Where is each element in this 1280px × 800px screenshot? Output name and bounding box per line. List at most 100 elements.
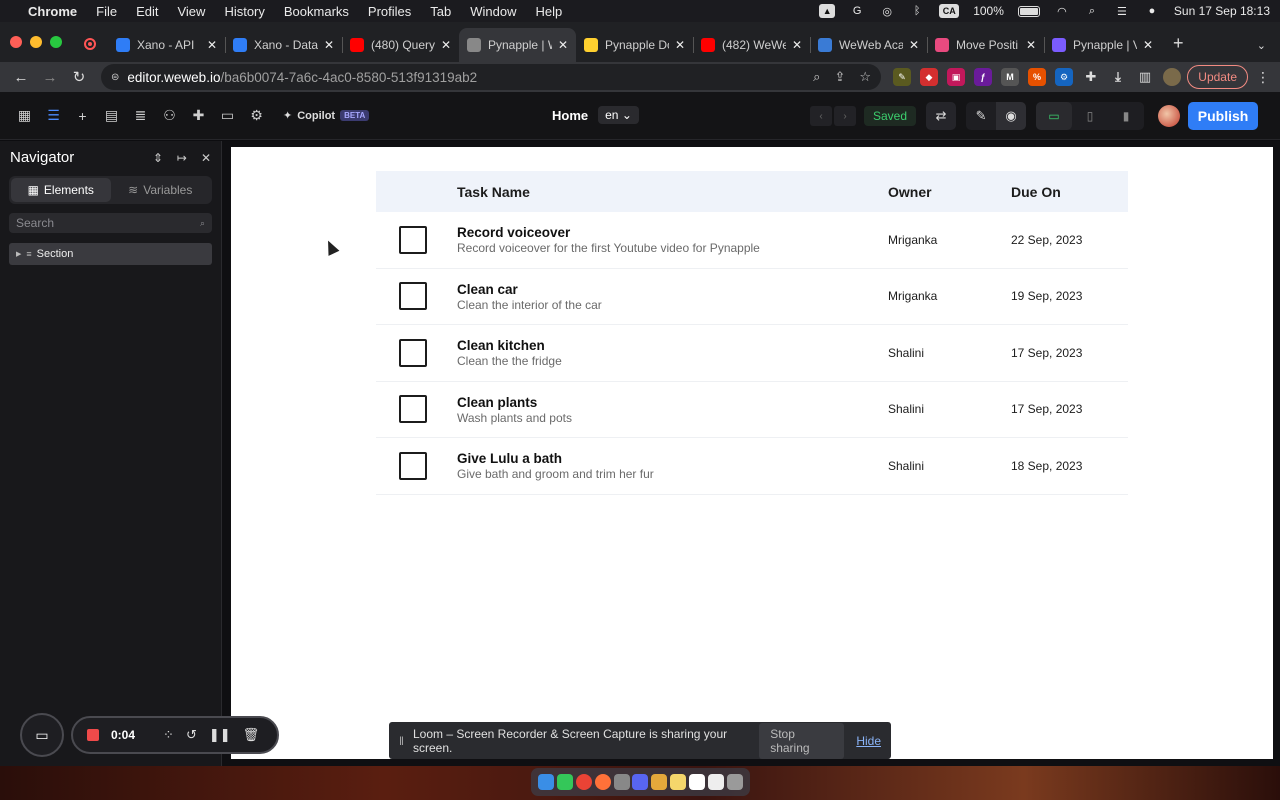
close-tab-icon[interactable]: ✕ <box>324 38 334 52</box>
browser-tab[interactable]: Pynapple | W ✕ <box>459 28 576 62</box>
zoom-search-icon[interactable]: ⌕ <box>813 69 820 85</box>
caret-right-icon[interactable]: ▶ <box>16 250 21 258</box>
table-row[interactable]: Clean kitchen Clean the the fridge Shalini… <box>376 325 1128 382</box>
task-checkbox[interactable] <box>399 395 427 424</box>
loom-camera-button[interactable]: ▭ <box>20 713 64 757</box>
close-icon[interactable]: ✕ <box>201 151 211 165</box>
trash-bin-icon[interactable] <box>726 774 743 790</box>
clock[interactable]: Sun 17 Sep 18:13 <box>1174 4 1270 18</box>
stop-recording-button[interactable] <box>87 729 99 741</box>
finder-icon[interactable] <box>537 774 554 790</box>
extension-percent-icon[interactable]: % <box>1028 68 1046 86</box>
publish-button[interactable]: Publish <box>1188 102 1259 130</box>
browser-tab[interactable]: (480) Query ✕ <box>342 28 459 62</box>
bookmark-star-icon[interactable]: ☆ <box>859 69 871 85</box>
close-tab-icon[interactable]: ✕ <box>1026 38 1036 52</box>
grammarly-icon[interactable]: G <box>849 4 865 18</box>
task-checkbox[interactable] <box>399 225 427 254</box>
drag-handle-icon[interactable]: ‖ <box>399 734 404 748</box>
close-tab-icon[interactable]: ✕ <box>909 38 919 52</box>
bluetooth-icon[interactable]: ᛒ <box>909 4 925 18</box>
close-tab-icon[interactable]: ✕ <box>441 38 451 52</box>
pause-icon[interactable]: ❚❚ <box>209 727 231 743</box>
logs-terminal-icon[interactable]: ▭ <box>213 107 242 124</box>
task-checkbox[interactable] <box>399 451 427 480</box>
minimize-window-button[interactable] <box>30 36 42 48</box>
browser-tab[interactable]: Xano - API ✕ <box>108 28 225 62</box>
tree-item-section[interactable]: ▶ ≡ Section <box>9 243 212 265</box>
user-avatar[interactable] <box>1158 105 1181 127</box>
notes-icon[interactable] <box>670 774 687 790</box>
figma-icon[interactable] <box>651 774 668 790</box>
back-button[interactable]: ← <box>10 69 32 86</box>
wifi-icon[interactable]: ◠ <box>1054 4 1070 18</box>
menu-chrome[interactable]: Chrome <box>28 4 77 19</box>
apps-grid-icon[interactable]: ▦ <box>10 107 39 124</box>
hide-link[interactable]: Hide <box>856 734 881 748</box>
edit-mode-pencil-icon[interactable]: ✎ <box>966 102 997 130</box>
site-info-icon[interactable]: ⊜ <box>111 72 119 83</box>
control-center-icon[interactable]: ☰ <box>1114 4 1130 18</box>
settings-gear-icon[interactable]: ⚙ <box>242 107 271 124</box>
discord-icon[interactable] <box>632 774 649 790</box>
draw-tool-icon[interactable]: ⁘ <box>163 727 174 743</box>
close-window-button[interactable] <box>10 36 22 48</box>
browser-tab[interactable]: Move Positi ✕ <box>927 28 1044 62</box>
close-tab-icon[interactable]: ✕ <box>558 38 568 52</box>
menu-bookmarks[interactable]: Bookmarks <box>284 4 349 19</box>
settings-icon[interactable] <box>613 774 630 790</box>
mobile-icon[interactable]: ▮ <box>1108 102 1144 130</box>
forward-button[interactable]: → <box>39 69 61 86</box>
airdrop-icon[interactable]: ◎ <box>879 4 895 18</box>
screen-share-icon[interactable]: ▲ <box>819 4 836 18</box>
extension-eyedropper-icon[interactable]: ✎ <box>893 68 911 86</box>
navigator-search-input[interactable]: Search ⌕ <box>9 213 212 233</box>
side-panel-icon[interactable]: ▥ <box>1136 68 1154 86</box>
close-tab-icon[interactable]: ✕ <box>207 38 217 52</box>
browser-tab[interactable]: WeWeb Aca ✕ <box>810 28 927 62</box>
menu-tab[interactable]: Tab <box>430 4 451 19</box>
close-tab-icon[interactable]: ✕ <box>792 38 802 52</box>
restart-icon[interactable]: ↺ <box>186 727 197 743</box>
sync-icon[interactable]: ⇄ <box>926 102 957 130</box>
menu-history[interactable]: History <box>224 4 264 19</box>
address-bar[interactable]: ⊜ editor.weweb.io/ba6b0074-7a6c-4ac0-858… <box>101 64 881 90</box>
browser-tab[interactable]: (482) WeWe ✕ <box>693 28 810 62</box>
task-checkbox[interactable] <box>399 282 427 311</box>
tab-elements[interactable]: ▦ Elements <box>11 178 111 202</box>
battery-icon[interactable] <box>1017 5 1040 17</box>
extension-m-icon[interactable]: M <box>1001 68 1019 86</box>
pages-icon[interactable]: ▤ <box>97 107 126 124</box>
more-menu-icon[interactable]: ⋮ <box>1256 69 1270 86</box>
extension-shield-icon[interactable]: ◆ <box>920 68 938 86</box>
data-database-icon[interactable]: ≣ <box>126 107 155 124</box>
expand-collapse-icon[interactable]: ⇕ <box>153 151 163 165</box>
navigator-tree-icon[interactable]: ☰ <box>39 107 68 124</box>
tab-variables[interactable]: ≋ Variables <box>111 178 211 202</box>
page-canvas[interactable]: Task Name Owner Due On Record voiceover R… <box>231 147 1273 759</box>
firefox-icon[interactable] <box>594 774 611 790</box>
users-icon[interactable]: ⚇ <box>155 107 184 124</box>
tablet-icon[interactable]: ▯ <box>1072 102 1108 130</box>
input-source-icon[interactable]: CA <box>939 4 960 18</box>
table-row[interactable]: Clean plants Wash plants and pots Shalini 1… <box>376 382 1128 438</box>
share-icon[interactable]: ⇪ <box>834 69 845 85</box>
menu-file[interactable]: File <box>96 4 117 19</box>
reload-button[interactable]: ↻ <box>68 68 90 86</box>
tab-search-chevron-icon[interactable]: ⌄ <box>1257 39 1266 52</box>
redo-button[interactable]: › <box>834 106 856 126</box>
table-row[interactable]: Give Lulu a bath Give bath and groom and … <box>376 438 1128 495</box>
undo-button[interactable]: ‹ <box>810 106 832 126</box>
maximize-window-button[interactable] <box>50 36 62 48</box>
extensions-puzzle-icon[interactable]: ✚ <box>1082 68 1100 86</box>
extension-f-icon[interactable]: ƒ <box>974 68 992 86</box>
extension-gear-icon[interactable]: ⚙ <box>1055 68 1073 86</box>
menu-profiles[interactable]: Profiles <box>368 4 411 19</box>
close-tab-icon[interactable]: ✕ <box>1143 38 1153 52</box>
chrome-icon[interactable] <box>575 774 592 790</box>
menu-help[interactable]: Help <box>536 4 563 19</box>
add-element-icon[interactable]: + <box>68 108 97 124</box>
browser-tab[interactable]: Pynapple Do ✕ <box>576 28 693 62</box>
menu-edit[interactable]: Edit <box>136 4 158 19</box>
page-name[interactable]: Home <box>552 108 588 123</box>
